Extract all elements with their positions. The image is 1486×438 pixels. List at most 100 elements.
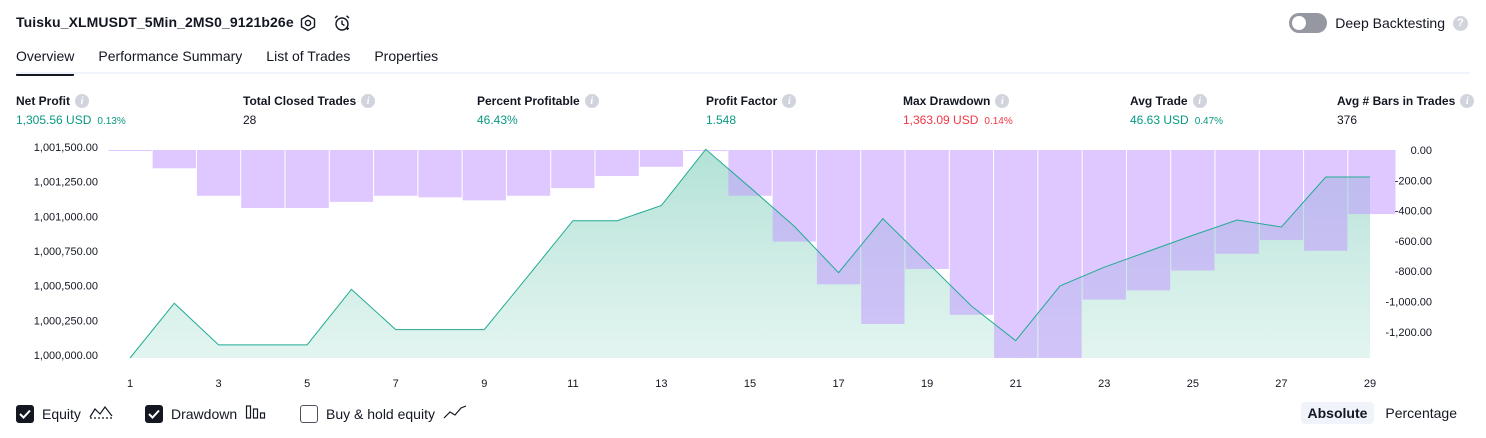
deep-backtesting: Deep Backtesting ? — [1289, 13, 1468, 33]
info-icon[interactable]: i — [995, 94, 1010, 108]
metric-avg-bars-in-trades: Avg # Bars in Trades i 376 — [1337, 94, 1475, 127]
left-axis-label: 1,000,000.00 — [34, 350, 98, 362]
metric-label: Profit Factor — [706, 94, 778, 108]
drawdown-bar — [639, 150, 684, 167]
info-icon[interactable]: i — [1460, 94, 1475, 108]
metric-value: 28 — [243, 113, 257, 127]
drawdown-bar — [595, 150, 639, 176]
drawdown-bar — [374, 150, 418, 196]
left-axis-label: 1,000,750.00 — [34, 246, 98, 258]
right-axis-label: -200.00 — [1395, 175, 1432, 187]
alarm-clock-icon[interactable] — [332, 13, 352, 33]
drawdown-bar — [1171, 150, 1215, 271]
x-axis-label: 27 — [1275, 378, 1287, 390]
drawdown-bar — [551, 150, 595, 189]
percentage-option[interactable]: Percentage — [1378, 402, 1464, 424]
metric-label: Net Profit — [16, 94, 70, 108]
metric-profit-factor: Profit Factor i 1.548 — [706, 94, 797, 127]
drawdown-bar — [418, 150, 462, 198]
right-axis-label: -600.00 — [1395, 236, 1432, 248]
drawdown-bar — [816, 150, 861, 285]
drawdown-checkbox[interactable] — [145, 404, 163, 423]
x-axis-label: 7 — [393, 378, 399, 390]
equity-line-icon — [89, 404, 113, 423]
drawdown-bar — [1126, 150, 1171, 291]
left-axis-label: 1,000,250.00 — [34, 315, 98, 327]
drawdown-bar — [1082, 150, 1126, 300]
x-axis-label: 3 — [216, 378, 222, 390]
drawdown-bar — [329, 150, 374, 202]
drawdown-bar — [994, 150, 1038, 358]
x-axis-label: 11 — [567, 378, 578, 390]
info-icon[interactable]: i — [782, 94, 797, 108]
drawdown-bar — [462, 150, 506, 201]
info-icon[interactable]: i — [584, 94, 599, 108]
metric-value: 1,305.56 USD — [16, 113, 92, 127]
x-axis-label: 15 — [744, 378, 756, 390]
toggle-knob — [1292, 16, 1307, 30]
equity-drawdown-chart: 1,001,500.00 1,001,250.00 1,001,000.00 1,00… — [34, 142, 1432, 390]
metric-label: Avg Trade — [1130, 94, 1188, 108]
x-axis-label: 9 — [481, 378, 487, 390]
drawdown-bar — [241, 150, 285, 208]
metric-avg-trade: Avg Trade i 46.63 USD 0.47% — [1130, 94, 1223, 127]
legend-drawdown[interactable]: Drawdown — [145, 404, 267, 423]
right-axis-label: -400.00 — [1395, 206, 1432, 218]
drawdown-bar — [772, 150, 816, 242]
legend-equity[interactable]: Equity — [16, 404, 113, 423]
metric-net-profit: Net Profit i 1,305.56 USD 0.13% — [16, 94, 126, 127]
metric-value: 46.43% — [477, 113, 518, 127]
left-axis-label: 1,001,250.00 — [34, 177, 98, 189]
info-icon[interactable]: i — [361, 94, 376, 108]
x-axis-label: 23 — [1098, 378, 1110, 390]
drawdown-bar — [949, 150, 994, 315]
legend-buy-hold-equity[interactable]: Buy & hold equity — [300, 404, 467, 423]
buy-hold-line-icon — [443, 404, 467, 423]
metric-value: 1,363.09 USD — [903, 113, 979, 127]
metric-max-drawdown: Max Drawdown i 1,363.09 USD 0.14% — [903, 94, 1013, 127]
drawdown-bar — [905, 150, 949, 270]
metric-label: Max Drawdown — [903, 94, 991, 108]
right-axis-label: -800.00 — [1395, 266, 1432, 278]
right-axis-label: -1,000.00 — [1386, 297, 1432, 309]
drawdown-bar — [728, 150, 772, 196]
x-axis-label: 1 — [127, 378, 133, 390]
equity-checkbox[interactable] — [16, 404, 34, 423]
x-axis-label: 17 — [832, 378, 844, 390]
drawdown-bar — [1304, 150, 1348, 251]
settings-icon[interactable] — [298, 13, 318, 33]
drawdown-bar — [506, 150, 551, 196]
drawdown-bar — [285, 150, 329, 208]
strategy-title: Tuisku_XLMUSDT_5Min_2MS0_9121b26e — [16, 14, 294, 30]
drawdown-bar — [684, 150, 728, 151]
deep-backtesting-toggle[interactable] — [1289, 13, 1328, 33]
tabs-divider — [16, 72, 1470, 74]
metric-value: 46.63 USD — [1130, 113, 1189, 127]
metric-percent: 0.47% — [1194, 116, 1224, 127]
metric-label: Percent Profitable — [477, 94, 580, 108]
info-icon[interactable]: i — [1192, 94, 1207, 108]
left-axis-label: 1,001,000.00 — [34, 211, 98, 223]
metric-total-closed-trades: Total Closed Trades i 28 — [243, 94, 376, 127]
legend-label: Buy & hold equity — [326, 405, 435, 422]
drawdown-bar — [1215, 150, 1259, 254]
metric-percent-profitable: Percent Profitable i 46.43% — [477, 94, 599, 127]
help-icon[interactable]: ? — [1453, 15, 1468, 31]
metric-value: 1.548 — [706, 113, 737, 127]
buy-hold-checkbox[interactable] — [300, 404, 318, 423]
metric-value: 376 — [1337, 113, 1358, 127]
metric-label: Avg # Bars in Trades — [1337, 94, 1456, 108]
drawdown-bars-icon — [245, 404, 267, 423]
x-axis-label: 29 — [1364, 378, 1376, 390]
x-axis-label: 19 — [921, 378, 933, 390]
x-axis-label: 13 — [655, 378, 667, 390]
absolute-option[interactable]: Absolute — [1300, 402, 1375, 424]
left-axis-label: 1,000,500.00 — [34, 281, 98, 293]
right-axis-label: -1,200.00 — [1386, 327, 1432, 339]
info-icon[interactable]: i — [75, 94, 89, 108]
drawdown-bar — [196, 150, 241, 196]
x-axis-label: 21 — [1010, 378, 1022, 390]
x-axis-label: 25 — [1187, 378, 1199, 390]
metric-percent: 0.13% — [97, 116, 126, 127]
drawdown-bar — [1348, 150, 1396, 215]
